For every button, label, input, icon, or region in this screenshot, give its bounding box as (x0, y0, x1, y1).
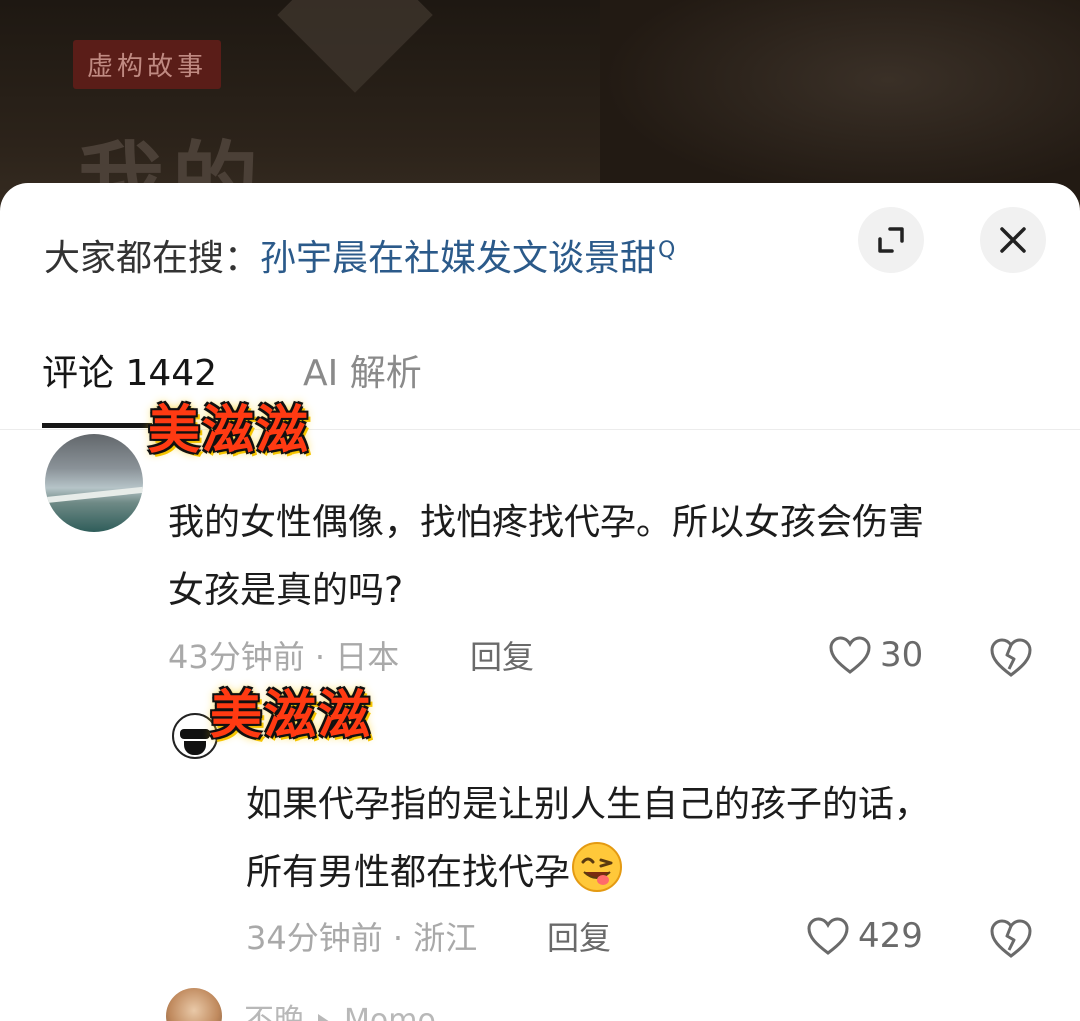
reply-author-line: 不晚 Momo (244, 995, 436, 1021)
comment-meta: 34分钟前 · 浙江 (246, 919, 478, 957)
search-prefix: 大家都在搜： (44, 238, 261, 279)
avatar[interactable] (166, 988, 222, 1021)
username[interactable]: 不晚 (244, 1003, 304, 1021)
close-icon (1000, 227, 1026, 253)
like-count: 30 (880, 635, 924, 675)
heart-icon (807, 917, 849, 955)
background-figure (277, 0, 433, 93)
comment-text-span: 所有男性都在找代孕 (246, 852, 571, 893)
watermark-overlay: 美滋滋 (148, 401, 311, 461)
expand-icon (878, 227, 904, 253)
reply-button[interactable]: 回复 (547, 916, 611, 960)
fiction-tag: 虚构故事 (73, 40, 222, 89)
search-icon: Q (658, 238, 676, 263)
like-count: 429 (858, 916, 923, 956)
comments-sheet: 大家都在搜：孙宇晨在社媒发文谈景甜Q 评论 1442 AI 解析 美滋滋 我的女… (0, 183, 1080, 1021)
winking-tongue-emoji-icon (572, 842, 623, 892)
trending-search[interactable]: 大家都在搜：孙宇晨在社媒发文谈景甜Q (44, 223, 675, 287)
like-button[interactable]: 30 (828, 635, 923, 675)
watermark-overlay: 美滋滋 (210, 686, 373, 746)
heart-icon (829, 636, 871, 674)
close-button[interactable] (980, 207, 1046, 273)
reply-to-username[interactable]: Momo (344, 1003, 436, 1021)
like-button[interactable]: 429 (806, 916, 923, 956)
expand-button[interactable] (858, 207, 924, 273)
reply-arrow-icon (318, 1014, 330, 1021)
broken-heart-icon[interactable] (988, 916, 1034, 960)
search-term-link[interactable]: 孙宇晨在社媒发文谈景甜 (260, 238, 656, 279)
comment-text: 我的女性偶像，找怕疼找代孕。所以女孩会伤害 女孩是真的吗? (168, 489, 1048, 625)
broken-heart-icon[interactable] (988, 635, 1034, 679)
comment-text-line: 如果代孕指的是让别人生自己的孩子的话， (246, 784, 931, 825)
reply-button[interactable]: 回复 (470, 635, 534, 679)
comment-text-line: 所有男性都在找代孕 (246, 839, 1046, 907)
background-shape (600, 0, 1080, 200)
comment-text: 如果代孕指的是让别人生自己的孩子的话， 所有男性都在找代孕 (246, 771, 1046, 907)
avatar[interactable] (45, 434, 143, 532)
active-tab-indicator (42, 423, 152, 428)
tab-ai-analysis[interactable]: AI 解析 (303, 349, 422, 399)
comment-text-line: 我的女性偶像，找怕疼找代孕。所以女孩会伤害 (168, 502, 925, 543)
comment-text-line: 女孩是真的吗? (168, 570, 404, 611)
